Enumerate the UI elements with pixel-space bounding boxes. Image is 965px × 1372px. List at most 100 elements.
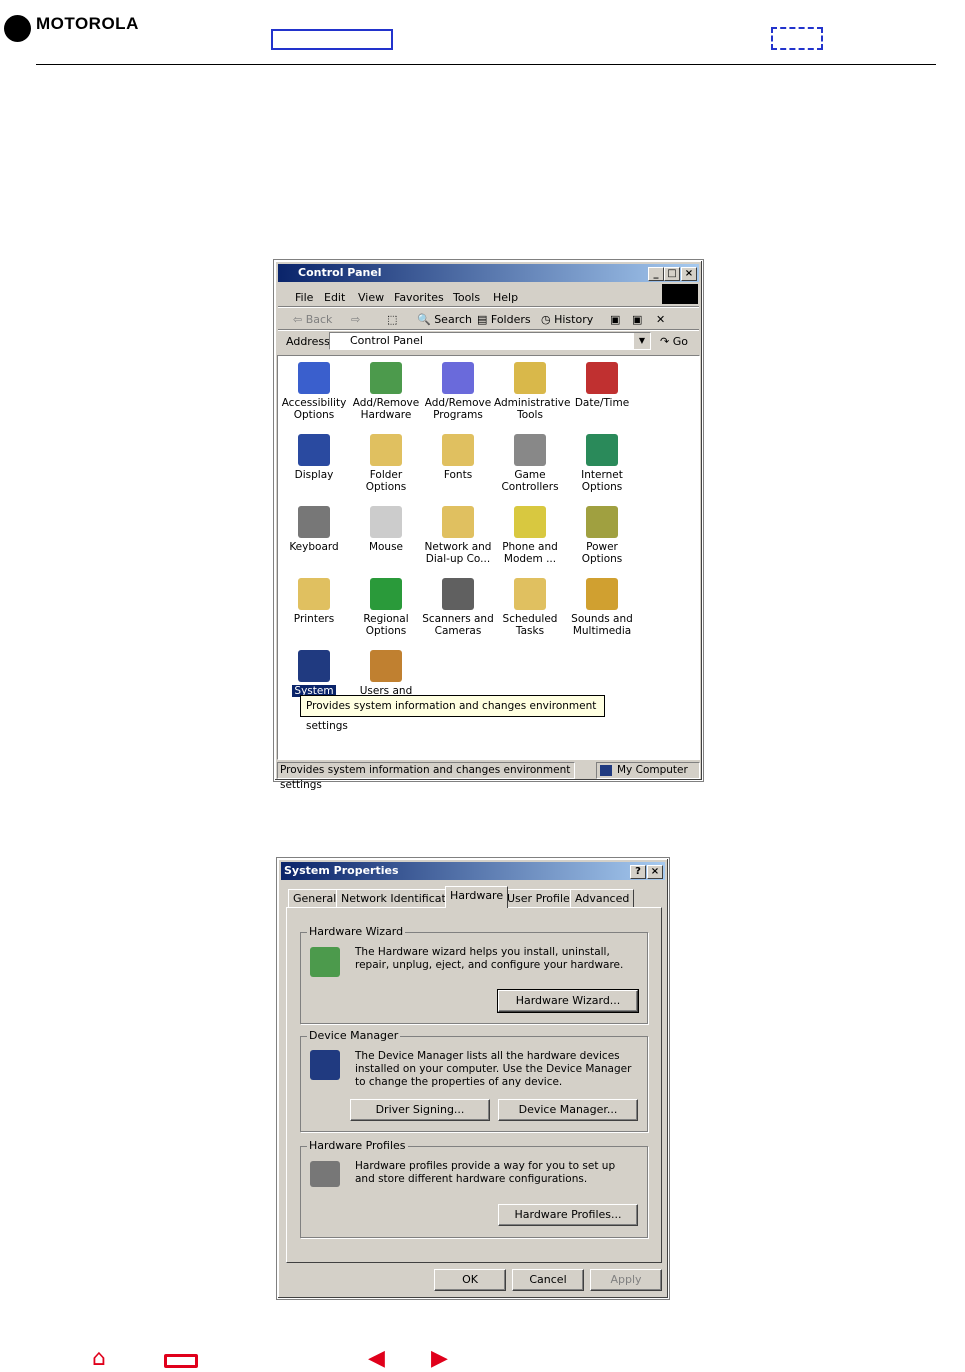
device-manager-label: Device Manager (307, 1029, 401, 1042)
menu-tools[interactable]: Tools (453, 291, 480, 304)
control-panel-item[interactable]: Scanners and Cameras (422, 578, 494, 637)
hardware-profiles-text: Hardware profiles provide a way for you … (355, 1160, 616, 1185)
status-zone: My Computer (596, 762, 700, 779)
control-panel-item[interactable]: Sounds and Multimedia (566, 578, 638, 637)
control-panel-titlebar[interactable]: Control Panel _ □ × (278, 264, 699, 282)
tab-general[interactable]: General (288, 889, 342, 908)
ok-button[interactable]: OK (434, 1269, 506, 1291)
move-to-icon[interactable]: ▣ (610, 313, 620, 326)
folders-button[interactable]: ▤ Folders (477, 313, 531, 326)
control-panel-item[interactable]: Phone and Modem ... (494, 506, 566, 565)
control-panel-item-label: Add/Remove Programs (424, 397, 492, 421)
history-button[interactable]: ◷ History (541, 313, 593, 326)
control-panel-item-label: Scheduled Tasks (502, 613, 558, 637)
control-panel-item-icon (514, 506, 546, 538)
control-panel-item[interactable]: Date/Time (566, 362, 638, 409)
address-input[interactable]: Control Panel ▼ (329, 332, 651, 350)
control-panel-item[interactable]: Administrative Tools (494, 362, 571, 421)
control-panel-item[interactable]: Display (278, 434, 350, 481)
control-panel-item[interactable]: Fonts (422, 434, 494, 481)
control-panel-item[interactable]: Internet Options (566, 434, 638, 493)
control-panel-window: Control Panel _ □ × File Edit View Favor… (274, 260, 703, 791)
delete-icon[interactable]: ✕ (656, 313, 665, 326)
control-panel-item[interactable]: Mouse (350, 506, 422, 553)
header-link-box[interactable] (271, 29, 393, 50)
control-panel-item[interactable]: Keyboard (278, 506, 350, 553)
control-panel-item[interactable]: Network and Dial-up Co... (422, 506, 494, 565)
control-panel-item[interactable]: Printers (278, 578, 350, 625)
control-panel-item-icon (298, 434, 330, 466)
control-panel-item-label: Printers (293, 613, 335, 625)
control-panel-item-label: Scanners and Cameras (422, 613, 494, 637)
home-icon[interactable]: ⌂ (92, 1346, 106, 1371)
control-panel-item[interactable]: Accessibility Options (278, 362, 350, 421)
tab-user-profiles[interactable]: User Profiles (502, 889, 581, 908)
forward-button[interactable]: ⇨ (351, 313, 360, 326)
system-properties-titlebar[interactable]: System Properties ? × (281, 862, 665, 880)
maximize-button[interactable]: □ (664, 267, 680, 281)
copy-to-icon[interactable]: ▣ (632, 313, 642, 326)
dialog-title: System Properties (284, 864, 399, 877)
up-folder-icon[interactable]: ⬚ (387, 313, 397, 326)
hardware-profiles-label: Hardware Profiles (307, 1139, 408, 1152)
control-panel-item-icon (442, 578, 474, 610)
control-panel-item[interactable]: System (278, 650, 350, 697)
dialog-close-button[interactable]: × (647, 865, 663, 879)
device-manager-button[interactable]: Device Manager... (498, 1099, 638, 1121)
device-manager-icon (310, 1050, 340, 1080)
hardware-profiles-button[interactable]: Hardware Profiles... (498, 1204, 638, 1226)
control-panel-item[interactable]: Users and (350, 650, 422, 697)
cancel-button[interactable]: Cancel (512, 1269, 584, 1291)
control-panel-item[interactable]: Folder Options (350, 434, 422, 493)
control-panel-item-icon (586, 506, 618, 538)
control-panel-item-label: Mouse (368, 541, 404, 553)
menu-help[interactable]: Help (493, 291, 518, 304)
menu-file[interactable]: File (295, 291, 313, 304)
device-manager-text: The Device Manager lists all the hardwar… (355, 1050, 632, 1088)
tab-hardware[interactable]: Hardware (445, 886, 509, 908)
help-button[interactable]: ? (630, 865, 646, 879)
menu-favorites[interactable]: Favorites (394, 291, 444, 304)
search-button[interactable]: 🔍 Search (417, 313, 472, 326)
print-icon[interactable] (164, 1354, 198, 1368)
previous-page-icon[interactable]: ◀ (368, 1346, 385, 1371)
control-panel-item[interactable]: Regional Options (350, 578, 422, 637)
system-properties-dialog: System Properties ? × General Network Id… (277, 858, 669, 1299)
control-panel-item-icon (514, 578, 546, 610)
control-panel-item[interactable]: Scheduled Tasks (494, 578, 566, 637)
menu-edit[interactable]: Edit (324, 291, 345, 304)
control-panel-item-label: Internet Options (581, 469, 623, 493)
minimize-button[interactable]: _ (648, 267, 664, 281)
menu-view[interactable]: View (358, 291, 384, 304)
hardware-wizard-icon (310, 947, 340, 977)
control-panel-item-icon (298, 578, 330, 610)
control-panel-item[interactable]: Power Options (566, 506, 638, 565)
control-panel-item-label: Keyboard (289, 541, 339, 553)
control-panel-item-label: Power Options (581, 541, 623, 565)
control-panel-item[interactable]: Game Controllers (494, 434, 566, 493)
driver-signing-button[interactable]: Driver Signing... (350, 1099, 490, 1121)
control-panel-item-icon (514, 362, 546, 394)
close-button[interactable]: × (681, 267, 697, 281)
control-panel-item-icon (370, 578, 402, 610)
address-dropdown-button[interactable]: ▼ (634, 333, 650, 349)
control-panel-item[interactable]: Add/Remove Programs (422, 362, 494, 421)
control-panel-item[interactable]: Add/Remove Hardware (350, 362, 422, 421)
control-panel-item-icon (370, 506, 402, 538)
windows-logo-icon (662, 284, 698, 304)
hardware-wizard-button[interactable]: Hardware Wizard... (497, 989, 639, 1013)
control-panel-item-label: Administrative Tools (494, 397, 571, 421)
back-button[interactable]: ⇦ Back (293, 313, 332, 326)
apply-button[interactable]: Apply (590, 1269, 662, 1291)
control-panel-item-icon (298, 650, 330, 682)
control-panel-item-icon (586, 434, 618, 466)
control-panel-item-label: Folder Options (365, 469, 407, 493)
go-button[interactable]: ↷ Go (660, 335, 688, 348)
status-text: Provides system information and changes … (277, 762, 575, 791)
hardware-wizard-text: The Hardware wizard helps you install, u… (355, 946, 624, 971)
control-panel-item-icon (370, 362, 402, 394)
control-panel-item-icon (514, 434, 546, 466)
next-page-icon[interactable]: ▶ (431, 1346, 448, 1371)
tab-advanced[interactable]: Advanced (570, 889, 635, 908)
control-panel-item-label: Sounds and Multimedia (571, 613, 633, 637)
